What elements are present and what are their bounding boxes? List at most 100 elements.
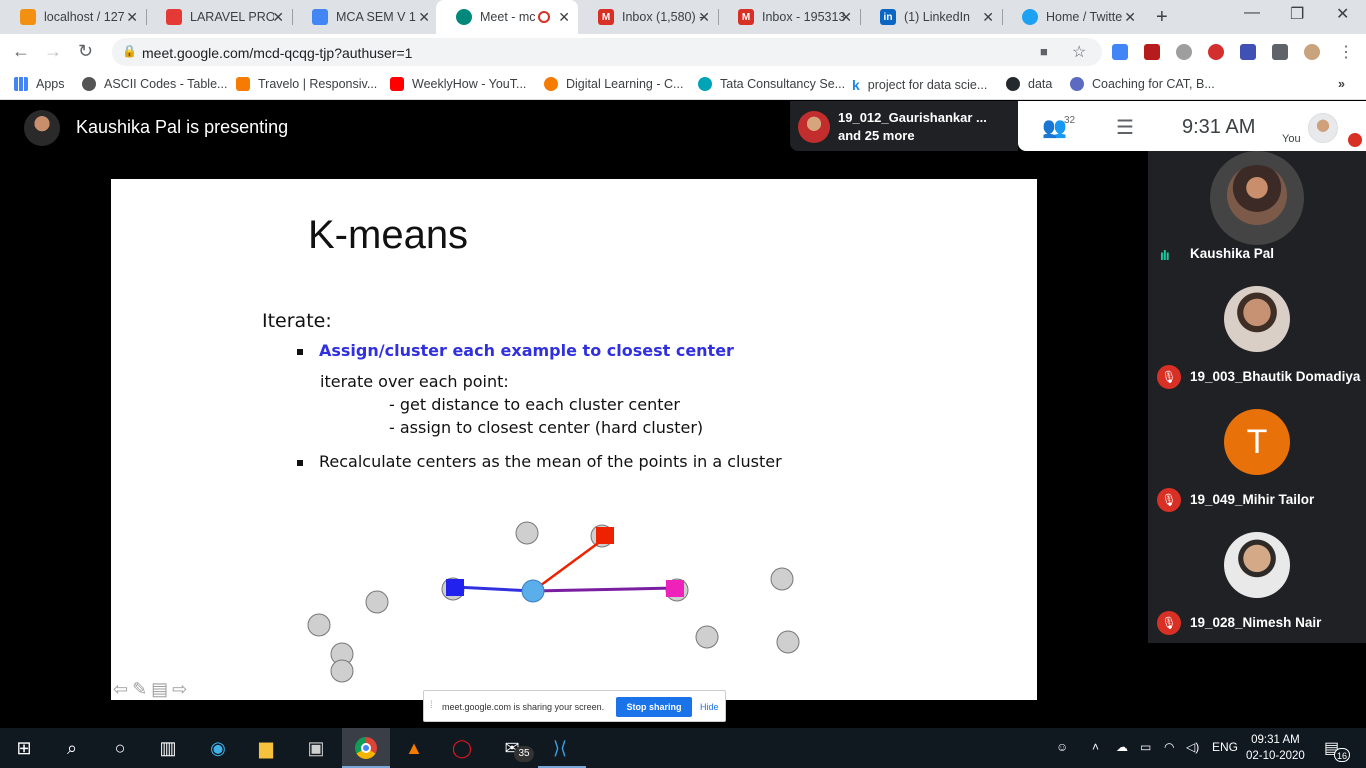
- slide-nav-controls[interactable]: ⇦✎▤⇨: [113, 679, 191, 700]
- close-window-button[interactable]: ✕: [1336, 4, 1349, 24]
- tab-meet[interactable]: Meet - mc ✕: [436, 0, 578, 34]
- forward-button[interactable]: →: [44, 41, 62, 62]
- tile-nimesh[interactable]: 🎙 19_028_Nimesh Nair: [1148, 520, 1366, 643]
- restore-button[interactable]: ❐: [1290, 4, 1304, 24]
- pdf-icon[interactable]: [1144, 44, 1160, 60]
- classroom-icon: [312, 9, 328, 25]
- cortana-icon[interactable]: ○: [108, 736, 132, 760]
- windows-start-icon[interactable]: ⊞: [12, 736, 36, 760]
- mic-off-icon: 🎙: [1157, 611, 1181, 635]
- you-label: You: [1282, 133, 1301, 145]
- bookmark-digital-learning[interactable]: Digital Learning - C...: [544, 77, 683, 91]
- stop-sharing-button[interactable]: Stop sharing: [616, 697, 692, 717]
- hide-button[interactable]: Hide: [700, 702, 719, 712]
- lock-icon: 🔒: [122, 44, 137, 58]
- vscode-icon[interactable]: ⟩⟨: [548, 736, 572, 760]
- tcs-icon: [698, 77, 712, 91]
- avatar: T: [1224, 409, 1290, 475]
- opera-icon[interactable]: ◯: [450, 736, 474, 760]
- bookmark-tcs[interactable]: Tata Consultancy Se...: [698, 77, 845, 91]
- reload-button[interactable]: ↻: [78, 41, 93, 62]
- search-icon[interactable]: ⌕: [60, 736, 84, 760]
- bookmark-project[interactable]: k project for data scie...: [852, 77, 987, 93]
- mail-badge: 35: [514, 746, 534, 762]
- close-icon[interactable]: ✕: [840, 9, 852, 26]
- tab-localhost[interactable]: localhost / 127 ✕: [0, 0, 146, 34]
- data-point: [776, 630, 800, 654]
- onedrive-icon[interactable]: ☁: [1116, 740, 1128, 754]
- puzzle-icon[interactable]: [1272, 44, 1288, 60]
- tab-linkedin[interactable]: in (1) LinkedIn ✕: [860, 0, 1002, 34]
- system-clock[interactable]: 09:31 AM 02-10-2020: [1246, 732, 1305, 764]
- bookmark-ascii[interactable]: ASCII Codes - Table...: [82, 77, 227, 91]
- bookmark-apps[interactable]: Apps: [14, 77, 65, 91]
- data-point: [515, 521, 539, 545]
- globe-icon: [82, 77, 96, 91]
- tab-mca[interactable]: MCA SEM V 1 ✕: [292, 0, 438, 34]
- show-hidden-icons[interactable]: ˄: [1092, 740, 1099, 754]
- gmail-icon: M: [598, 9, 614, 25]
- edge-icon[interactable]: ◉: [206, 736, 230, 760]
- tab-twitter[interactable]: Home / Twitte ✕: [1002, 0, 1144, 34]
- tab-inbox-2[interactable]: M Inbox - 195313 ✕: [718, 0, 860, 34]
- close-icon[interactable]: ✕: [1124, 9, 1136, 26]
- menu-icon[interactable]: ⋮: [1338, 42, 1354, 62]
- close-icon[interactable]: ✕: [558, 9, 570, 26]
- new-tab-button[interactable]: +: [1156, 6, 1168, 29]
- language-indicator[interactable]: ENG: [1212, 740, 1238, 754]
- close-icon[interactable]: ✕: [698, 9, 710, 26]
- gmail-icon: M: [738, 9, 754, 25]
- omnibox[interactable]: 🔒 meet.google.com/mcd-qcqg-tjp?authuser=…: [112, 38, 1102, 66]
- tab-laravel[interactable]: LARAVEL PRO ✕: [146, 0, 292, 34]
- bookmark-data[interactable]: data: [1006, 77, 1052, 91]
- more-bookmarks-icon[interactable]: »: [1338, 77, 1345, 91]
- close-icon[interactable]: ✕: [982, 9, 994, 26]
- distance-line-purple: [532, 586, 676, 593]
- close-icon[interactable]: ✕: [418, 9, 430, 26]
- apps-grid-icon: [14, 77, 28, 91]
- windows-taskbar: ⊞ ⌕ ○ ▥ ◉ ▆ ▣ ▲ ◯ ✉ 35 ⟩⟨ ☺ ˄ ☁ ▭ ◠ ◁) E…: [0, 728, 1366, 768]
- meeting-clock: 9:31 AM: [1182, 116, 1256, 138]
- presenter-label: Kaushika Pal is presenting: [76, 117, 289, 137]
- drag-handle-icon[interactable]: ⁞: [430, 700, 433, 711]
- k-icon: k: [852, 77, 860, 93]
- data-point: [330, 659, 354, 683]
- participants-preview[interactable]: 19_012_Gaurishankar ... and 25 more: [790, 101, 1018, 151]
- tile-kaushika[interactable]: ılı Kaushika Pal: [1148, 151, 1366, 274]
- close-icon[interactable]: ✕: [272, 9, 284, 26]
- laravel-icon: [166, 9, 182, 25]
- volume-icon[interactable]: ◁): [1186, 740, 1199, 754]
- bookmarks-bar: Apps ASCII Codes - Table... Travelo | Re…: [0, 70, 1366, 100]
- tab-inbox-1[interactable]: M Inbox (1,580) - ✕: [578, 0, 718, 34]
- chat-icon[interactable]: ☰: [1116, 115, 1134, 140]
- people-count: 32: [1064, 115, 1076, 126]
- minimize-button[interactable]: —: [1244, 4, 1260, 22]
- tile-bhautik[interactable]: 🎙 19_003_Bhautik Domadiya: [1148, 274, 1366, 397]
- camera-icon[interactable]: ■: [1040, 44, 1048, 59]
- back-button[interactable]: ←: [12, 41, 30, 62]
- tile-mihir[interactable]: T 🎙 19_049_Mihir Tailor: [1148, 397, 1366, 520]
- bookmark-weeklyhow[interactable]: WeeklyHow - YouT...: [390, 77, 526, 91]
- battery-icon[interactable]: ▭: [1140, 740, 1151, 754]
- bookmark-coaching[interactable]: Coaching for CAT, B...: [1070, 77, 1215, 91]
- data-point: [307, 613, 331, 637]
- people-tray-icon[interactable]: ☺: [1056, 740, 1068, 754]
- cast-icon[interactable]: [1240, 44, 1256, 60]
- star-icon[interactable]: ☆: [1072, 42, 1086, 62]
- center-magenta: [666, 580, 684, 597]
- screenshot-icon[interactable]: [1176, 44, 1192, 60]
- file-explorer-icon[interactable]: ▆: [254, 736, 278, 760]
- vlc-icon[interactable]: ▲: [402, 736, 426, 760]
- wifi-icon[interactable]: ◠: [1164, 740, 1174, 754]
- profile-avatar[interactable]: [1304, 44, 1320, 60]
- avatar: [1224, 532, 1290, 598]
- translate-icon[interactable]: [1112, 44, 1128, 60]
- avatar: [1210, 151, 1304, 245]
- self-avatar[interactable]: [1308, 113, 1338, 143]
- close-icon[interactable]: ✕: [126, 9, 138, 26]
- store-icon[interactable]: ▣: [304, 736, 328, 760]
- bookmark-travelo[interactable]: Travelo | Responsiv...: [236, 77, 377, 91]
- extension-icon[interactable]: [1208, 44, 1224, 60]
- chrome-icon[interactable]: [354, 736, 378, 760]
- task-view-icon[interactable]: ▥: [156, 736, 180, 760]
